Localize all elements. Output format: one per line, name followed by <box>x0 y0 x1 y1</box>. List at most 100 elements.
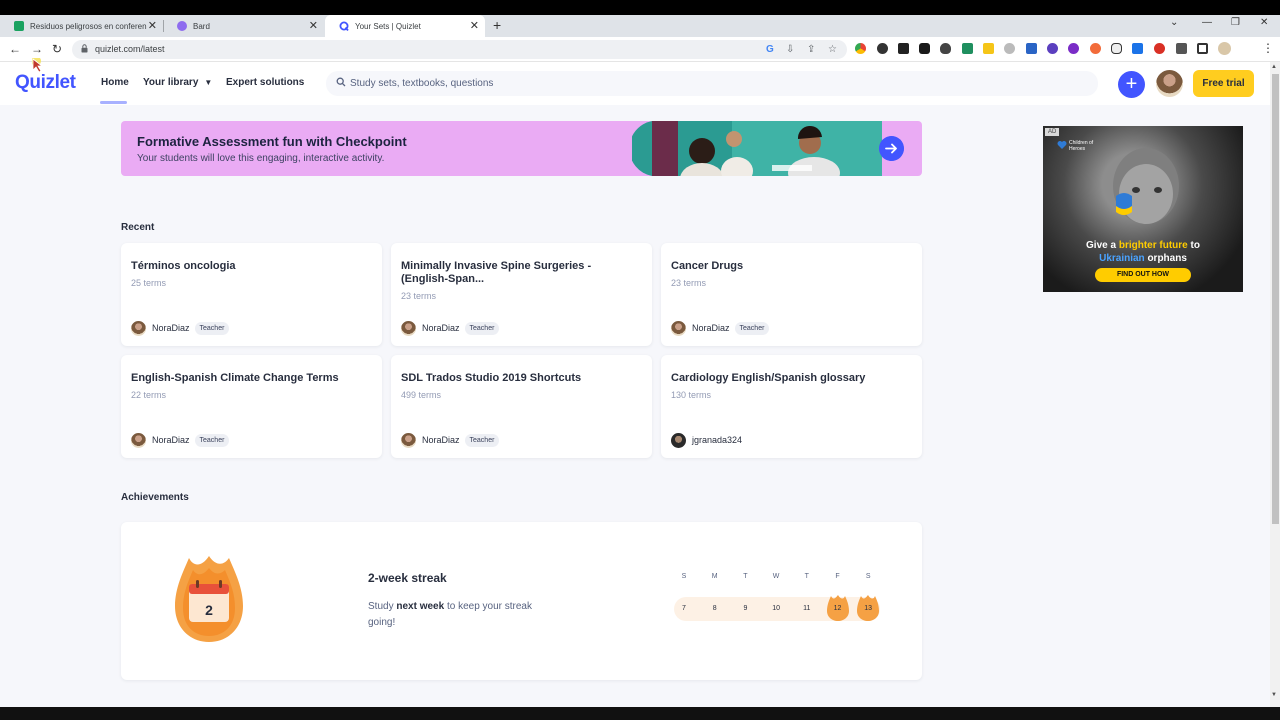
grid-extension-icon[interactable] <box>898 43 909 54</box>
bookmark-star-icon[interactable]: ☆ <box>828 44 837 55</box>
streak-desc-pre: Study <box>368 601 397 612</box>
tab-residuos[interactable]: Residuos peligrosos en conferen ✕ <box>0 15 163 37</box>
red-extension-icon[interactable] <box>1154 43 1165 54</box>
tab-close-icon[interactable]: ✕ <box>148 19 157 32</box>
scroll-up-arrow-icon[interactable]: ▲ <box>1271 64 1277 70</box>
day-number: 9 <box>743 605 748 612</box>
ad-headline-mid: to <box>1187 240 1200 251</box>
teacher-badge: Teacher <box>464 433 500 447</box>
nav-home-active-indicator <box>100 101 127 104</box>
profile-avatar-icon[interactable] <box>1218 42 1231 55</box>
card-term-count: 499 terms <box>401 390 442 400</box>
ad-find-out-button[interactable]: FIND OUT HOW <box>1095 268 1191 282</box>
tab-title: Your Sets | Quizlet <box>355 21 421 31</box>
chrome-menu-icon[interactable]: ⋮ <box>1262 41 1274 55</box>
author-avatar <box>401 432 416 448</box>
install-app-icon[interactable]: ⇩ <box>786 44 794 55</box>
address-bar[interactable]: quizlet.com/latest G ⇩ ⇪ ☆ <box>72 40 847 59</box>
teacher-badge: Teacher <box>464 321 500 335</box>
author-avatar <box>671 320 686 336</box>
study-set-card[interactable]: Cardiology English/Spanish glossary 130 … <box>661 355 922 458</box>
nav-your-library[interactable]: Your library ▼ <box>143 77 212 88</box>
card-author: NoraDiaz Teacher <box>131 320 230 336</box>
quizlet-favicon-icon <box>339 21 349 31</box>
reload-icon[interactable]: ↻ <box>52 42 62 56</box>
shield-extension-icon[interactable] <box>919 43 930 54</box>
achievements-heading: Achievements <box>121 492 189 503</box>
day-letter: M <box>711 573 718 580</box>
search-placeholder: Study sets, textbooks, questions <box>350 78 494 89</box>
day-number-active: 12 <box>833 605 842 612</box>
card-author: NoraDiaz Teacher <box>671 320 770 336</box>
search-input[interactable]: Study sets, textbooks, questions <box>326 71 1098 96</box>
day-number-active: 13 <box>864 605 873 612</box>
microphone-extension-icon[interactable] <box>1111 43 1122 54</box>
chrome-extension-icon[interactable] <box>855 43 866 54</box>
ad-headline-blue: Ukrainian <box>1099 253 1145 264</box>
bard-favicon-icon <box>177 21 187 31</box>
translate-extension-icon[interactable] <box>1026 43 1037 54</box>
magnifier-extension-icon[interactable] <box>1004 43 1015 54</box>
heart-logo-icon <box>1057 141 1067 149</box>
note-extension-icon[interactable] <box>983 43 994 54</box>
chevron-down-icon: ▼ <box>204 78 213 87</box>
author-avatar <box>131 320 146 336</box>
scroll-down-arrow-icon[interactable]: ▼ <box>1271 692 1277 698</box>
teacher-badge: Teacher <box>194 321 230 335</box>
study-set-card[interactable]: Términos oncologia 25 terms NoraDiaz Tea… <box>121 243 382 346</box>
back-icon[interactable]: ← <box>9 42 21 56</box>
ad-child-photo <box>1113 148 1179 224</box>
streak-count: 2 <box>205 602 213 618</box>
card-term-count: 25 terms <box>131 278 167 288</box>
text-extension-icon[interactable] <box>962 43 973 54</box>
new-tab-icon[interactable]: + <box>493 17 501 33</box>
flame-extension-icon[interactable] <box>940 43 951 54</box>
google-lens-icon[interactable]: G <box>766 44 774 55</box>
ad-headline-post: orphans <box>1144 253 1187 264</box>
create-plus-button[interactable]: + <box>1118 71 1145 98</box>
forward-icon[interactable]: → <box>31 42 43 56</box>
card-title: Cancer Drugs <box>671 260 744 272</box>
purple-extension-icon[interactable] <box>1047 43 1058 54</box>
tab-search-chevron-icon[interactable]: ⌄ <box>1170 17 1178 28</box>
advertisement[interactable]: AD Children of Heroes Give a brighter fu… <box>1043 126 1243 292</box>
violet-extension-icon[interactable] <box>1068 43 1079 54</box>
streak-desc-bold: next week <box>396 601 445 612</box>
tab-title: Residuos peligrosos en conferen <box>30 21 147 31</box>
day-letter: F <box>835 573 840 580</box>
tab-close-icon[interactable]: ✕ <box>309 19 318 32</box>
tab-close-icon[interactable]: ✕ <box>470 19 479 32</box>
study-set-card[interactable]: Minimally Invasive Spine Surgeries - (En… <box>391 243 652 346</box>
study-set-card[interactable]: SDL Trados Studio 2019 Shortcuts 499 ter… <box>391 355 652 458</box>
record-extension-icon[interactable] <box>877 43 888 54</box>
tab-bard[interactable]: Bard ✕ <box>163 15 324 37</box>
share-icon[interactable]: ⇪ <box>807 44 815 55</box>
nav-expert-solutions[interactable]: Expert solutions <box>226 77 304 88</box>
ad-headline: Give a brighter future to Ukrainian orph… <box>1043 239 1243 265</box>
user-avatar[interactable] <box>1156 70 1183 97</box>
study-set-card[interactable]: Cancer Drugs 23 terms NoraDiaz Teacher <box>661 243 922 346</box>
url-text: quizlet.com/latest <box>95 44 165 54</box>
day-number: 10 <box>772 605 780 612</box>
arrow-extension-icon[interactable] <box>1132 43 1143 54</box>
author-name: NoraDiaz <box>692 323 730 333</box>
ad-headline-pre: Give a <box>1086 240 1119 251</box>
nav-home[interactable]: Home <box>101 77 129 88</box>
free-trial-button[interactable]: Free trial <box>1193 70 1254 97</box>
puzzle-extensions-icon[interactable] <box>1176 43 1187 54</box>
orange-extension-icon[interactable] <box>1090 43 1101 54</box>
card-title: Minimally Invasive Spine Surgeries - (En… <box>401 260 592 285</box>
study-set-card[interactable]: English-Spanish Climate Change Terms 22 … <box>121 355 382 458</box>
quizlet-logo[interactable]: Quizlet <box>15 72 76 94</box>
scrollbar-thumb[interactable] <box>1272 74 1279 524</box>
day-letter: S <box>681 573 687 580</box>
restore-icon[interactable]: ❐ <box>1231 17 1240 28</box>
close-window-icon[interactable]: ✕ <box>1260 17 1268 28</box>
card-author: NoraDiaz Teacher <box>401 320 500 336</box>
checkpoint-promo-banner[interactable]: Formative Assessment fun with Checkpoint… <box>121 121 922 176</box>
minimize-icon[interactable]: — <box>1202 17 1212 28</box>
tab-quizlet[interactable]: Your Sets | Quizlet ✕ <box>325 15 485 37</box>
streak-title: 2-week streak <box>368 571 447 585</box>
side-panel-icon[interactable] <box>1197 43 1208 54</box>
banner-arrow-right-icon[interactable] <box>879 136 904 161</box>
